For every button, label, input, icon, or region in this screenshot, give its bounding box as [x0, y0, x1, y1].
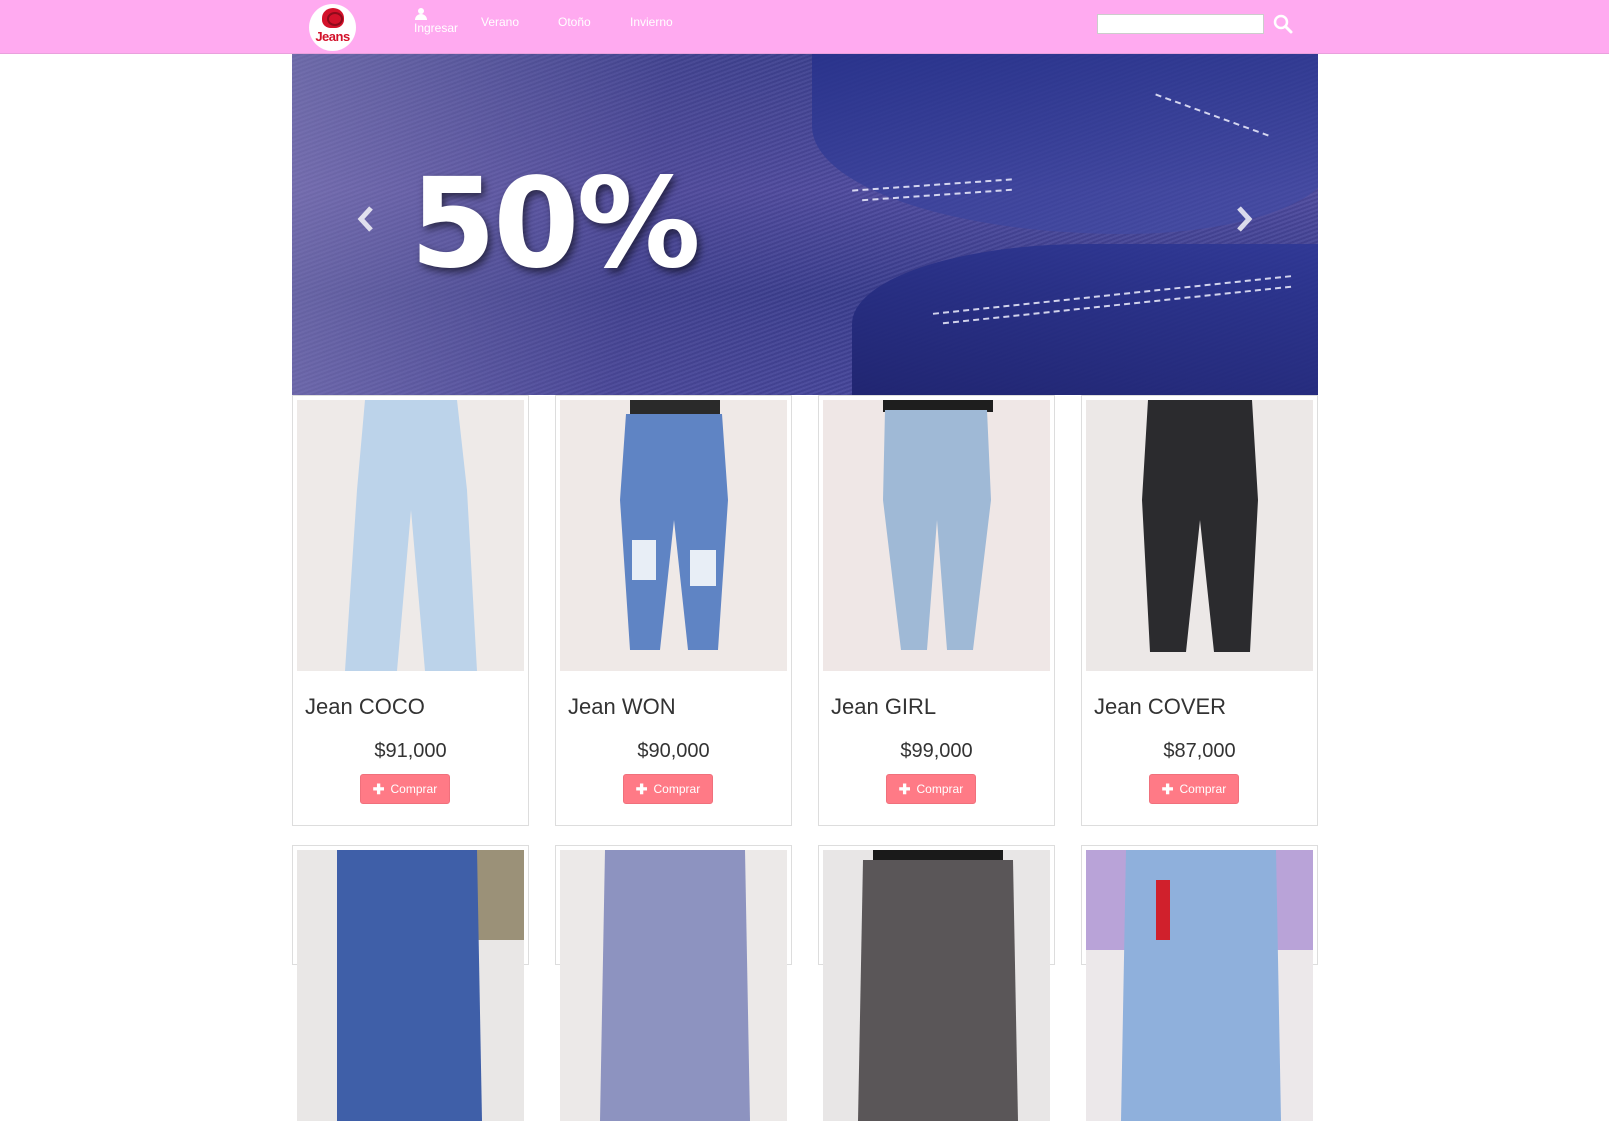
promo-carousel: 50%	[292, 54, 1318, 395]
logo-wordmark: Jeans	[315, 29, 350, 44]
product-price: $87,000	[1163, 740, 1236, 762]
buy-button-label: Comprar	[390, 782, 438, 796]
product-image[interactable]	[560, 850, 787, 1121]
search-button[interactable]	[1272, 13, 1294, 35]
plus-icon: ✚	[1161, 780, 1174, 797]
jeans-shape	[858, 860, 1018, 1121]
search-icon	[1273, 14, 1293, 34]
user-icon	[415, 8, 427, 20]
plus-icon: ✚	[898, 780, 911, 797]
product-card	[555, 845, 792, 1121]
product-card	[292, 845, 529, 1121]
jeans-photo	[823, 400, 1050, 671]
product-image[interactable]	[297, 400, 524, 671]
buy-button[interactable]: ✚ Comprar	[360, 774, 450, 804]
product-image[interactable]	[823, 400, 1050, 671]
buy-button[interactable]: ✚ Comprar	[1149, 774, 1239, 804]
nav-ingresar-label: Ingresar	[414, 21, 459, 35]
buy-button[interactable]: ✚ Comprar	[623, 774, 713, 804]
product-name: Jean COCO	[305, 694, 425, 719]
product-card: Jean WON $90,000 ✚ Comprar	[555, 395, 792, 826]
nav-invierno[interactable]: Invierno	[630, 15, 673, 29]
product-card: Jean GIRL $99,000 ✚ Comprar	[818, 395, 1055, 826]
carousel-prev-button[interactable]	[352, 204, 382, 234]
jeans-shape	[600, 850, 750, 1121]
jeans-photo	[560, 850, 787, 1121]
product-card	[818, 845, 1055, 1121]
nav-otono[interactable]: Otoño	[558, 15, 591, 29]
buy-button-label: Comprar	[1179, 782, 1227, 796]
product-card: Jean COCO $91,000 ✚ Comprar	[292, 395, 529, 826]
product-image[interactable]	[823, 850, 1050, 1121]
jeans-photo	[1086, 400, 1313, 671]
carousel-next-button[interactable]	[1228, 204, 1258, 234]
product-image[interactable]	[560, 400, 787, 671]
rose-icon	[322, 8, 344, 28]
product-price: $91,000	[374, 740, 447, 762]
denim-fold	[852, 244, 1318, 395]
jeans-photo	[823, 850, 1050, 1121]
jeans-photo	[297, 850, 524, 1121]
product-price: $99,000	[900, 740, 973, 762]
buy-button-label: Comprar	[916, 782, 964, 796]
product-price: $90,000	[637, 740, 710, 762]
buy-button[interactable]: ✚ Comprar	[886, 774, 976, 804]
nav-verano[interactable]: Verano	[481, 15, 519, 29]
jeans-photo	[560, 400, 787, 671]
product-name: Jean GIRL	[831, 694, 937, 719]
product-image[interactable]	[1086, 400, 1313, 671]
top-navbar: Jeans Ingresar Verano Otoño Invierno	[0, 0, 1609, 54]
plus-icon: ✚	[635, 780, 648, 797]
product-name: Jean COVER	[1094, 694, 1227, 719]
promo-percentage: 50%	[410, 152, 701, 296]
jeans-photo	[297, 400, 524, 671]
product-image[interactable]	[1086, 850, 1313, 1121]
chevron-left-icon	[357, 206, 373, 232]
product-name: Jean WON	[568, 694, 676, 719]
product-card: Jean COVER $87,000 ✚ Comprar	[1081, 395, 1318, 826]
plus-icon: ✚	[372, 780, 385, 797]
jeans-photo	[1086, 850, 1313, 1121]
jeans-shape	[1121, 850, 1281, 1121]
product-card	[1081, 845, 1318, 1121]
chevron-right-icon	[1237, 206, 1253, 232]
brand-logo[interactable]: Jeans	[309, 4, 356, 51]
nav-ingresar[interactable]: Ingresar	[414, 8, 464, 35]
jeans-shape	[337, 850, 482, 1121]
search-input[interactable]	[1097, 14, 1264, 34]
product-image[interactable]	[297, 850, 524, 1121]
buy-button-label: Comprar	[653, 782, 701, 796]
